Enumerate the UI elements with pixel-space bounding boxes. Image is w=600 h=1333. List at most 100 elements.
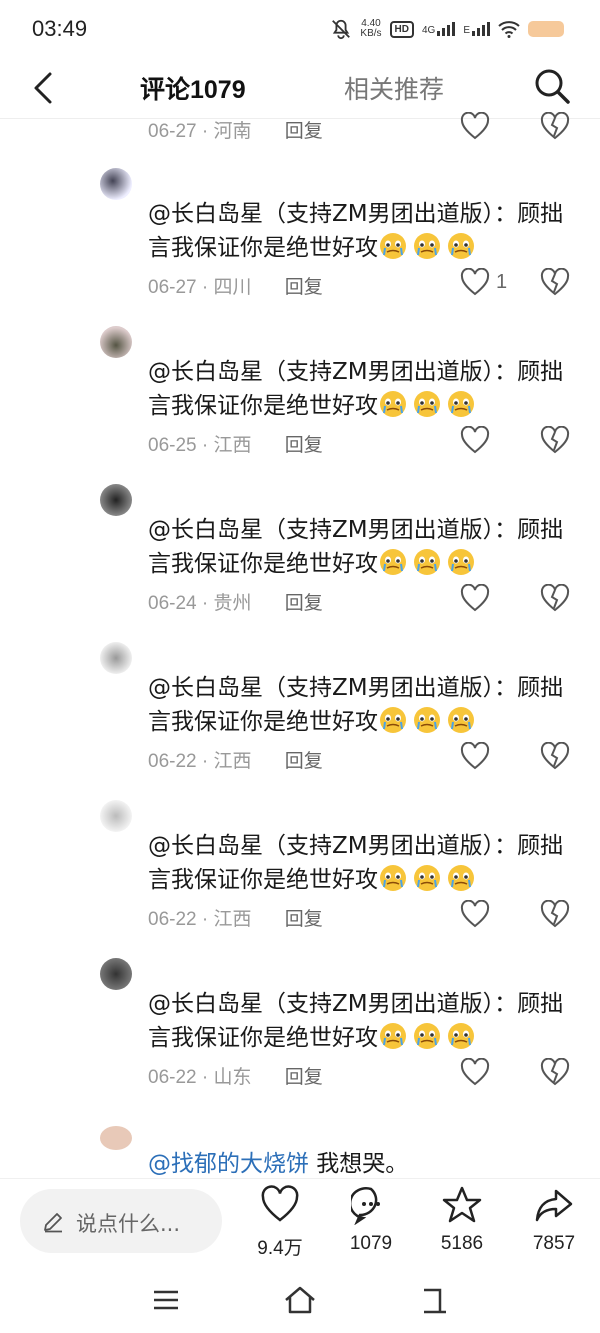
comment-item: @长白岛星（支持ZM男团出道版）：顾拙言我保证你是绝世好攻 06-22 · 江西…: [0, 634, 600, 784]
crying-emoji-icon: [380, 233, 406, 259]
crying-emoji-icon: [414, 1023, 440, 1049]
crying-emoji-icon: [380, 865, 406, 891]
comment-location: 四川: [213, 277, 252, 298]
favorite-button[interactable]: 5186: [422, 1185, 502, 1255]
like-button[interactable]: 1: [460, 268, 507, 296]
crying-emoji-icon: [380, 549, 406, 575]
avatar[interactable]: [100, 326, 132, 358]
comment-post-button[interactable]: 1079: [331, 1185, 411, 1255]
crying-emoji-icon: [448, 391, 474, 417]
comment-date: 06-27: [148, 277, 197, 298]
dislike-button[interactable]: [540, 741, 570, 774]
like-button[interactable]: [460, 742, 490, 770]
reply-button[interactable]: 回复: [285, 909, 323, 930]
like-button[interactable]: [460, 584, 490, 612]
comment-item: @长白岛星（支持ZM男团出道版）：顾拙言我保证你是绝世好攻 06-27 · 四川…: [0, 160, 600, 310]
back-nav-icon[interactable]: [416, 1282, 452, 1318]
avatar[interactable]: [100, 168, 132, 200]
reply-button[interactable]: 回复: [285, 121, 323, 142]
like-button[interactable]: [460, 112, 490, 140]
comment-item: @长白岛星（支持ZM男团出道版）：顾拙言我保证你是绝世好攻 06-25 · 江西…: [0, 318, 600, 468]
comment-text: @长白岛星（支持ZM男团出道版）：顾拙言我保证你是绝世好攻: [148, 517, 564, 577]
pencil-icon: [44, 1213, 62, 1233]
reply-button[interactable]: 回复: [285, 435, 323, 456]
dislike-button[interactable]: [540, 267, 570, 300]
comment-item: @长白岛星（支持ZM男团出道版）：顾拙言我保证你是绝世好攻 06-22 · 山东…: [0, 950, 600, 1100]
comment-meta: 06-22 · 山东 回复: [148, 1067, 323, 1088]
comment-item: @长白岛星（支持ZM男团出道版）：顾拙言我保证你是绝世好攻 06-22 · 江西…: [0, 792, 600, 942]
broken-heart-icon: [540, 741, 570, 770]
dislike-button[interactable]: [540, 899, 570, 932]
crying-emoji-icon: [380, 707, 406, 733]
like-post-button[interactable]: 9.4万: [240, 1185, 320, 1260]
comment-text: @长白岛星（支持ZM男团出道版）：顾拙言我保证你是绝世好攻: [148, 833, 564, 893]
crying-emoji-icon: [380, 1023, 406, 1049]
signal-4g-icon: 4G: [422, 22, 456, 36]
comment-meta: 06-22 · 江西 回复: [148, 909, 323, 930]
like-button[interactable]: [460, 900, 490, 928]
mute-icon: [332, 19, 351, 40]
share-arrow-icon: [535, 1189, 573, 1222]
dislike-button[interactable]: [540, 111, 570, 144]
avatar[interactable]: [100, 484, 132, 516]
menu-icon[interactable]: [148, 1282, 184, 1318]
reply-button[interactable]: 回复: [285, 751, 323, 772]
share-button[interactable]: 7857: [514, 1185, 594, 1255]
heart-icon: [460, 112, 490, 140]
comment-meta: 06-24 · 贵州 回复: [148, 593, 323, 614]
mention-link[interactable]: @找郁的大烧饼: [148, 1151, 309, 1177]
comment-location: 河南: [213, 121, 252, 142]
comment-location: 山东: [213, 1067, 252, 1088]
avatar[interactable]: [100, 642, 132, 674]
status-icons: 4.40 KB/s HD 4G E: [330, 18, 564, 40]
like-button[interactable]: [460, 1058, 490, 1086]
heart-icon: [460, 900, 490, 928]
comment-meta: 06-22 · 江西 回复: [148, 751, 323, 772]
avatar[interactable]: [100, 958, 132, 990]
comment-date: 06-22: [148, 909, 197, 930]
dislike-button[interactable]: [540, 425, 570, 458]
reply-button[interactable]: 回复: [285, 1067, 323, 1088]
comment-bubble-icon: [348, 1187, 380, 1226]
dislike-button[interactable]: [540, 1057, 570, 1090]
broken-heart-icon: [540, 425, 570, 454]
home-icon[interactable]: [282, 1282, 318, 1318]
avatar[interactable]: [100, 800, 132, 832]
comment-location: 江西: [213, 909, 252, 930]
clock: 03:49: [32, 16, 88, 41]
broken-heart-icon: [540, 583, 570, 612]
broken-heart-icon: [540, 1057, 570, 1086]
comment-text: @长白岛星（支持ZM男团出道版）：顾拙言我保证你是绝世好攻: [148, 991, 564, 1051]
heart-icon: [460, 742, 490, 770]
avatar[interactable]: [100, 1126, 132, 1150]
share-count: 7857: [532, 1233, 576, 1254]
comment-text: @找郁的大烧饼 我想哭。: [148, 1151, 409, 1177]
comment-input[interactable]: 说点什么...: [20, 1189, 222, 1253]
comment-meta: 06-27 · 河南 回复: [148, 121, 323, 142]
heart-icon: [460, 426, 490, 454]
comment-count: 1079: [349, 1233, 393, 1254]
comment-date: 06-24: [148, 593, 197, 614]
net-speed: 4.40 KB/s: [360, 18, 382, 39]
dislike-button[interactable]: [540, 583, 570, 616]
comment-meta: 06-27 · 四川 回复: [148, 277, 323, 298]
reply-button[interactable]: 回复: [285, 277, 323, 298]
favorite-count: 5186: [440, 1233, 484, 1254]
comment-item: 06-27 · 河南 回复: [0, 100, 600, 160]
comment-input-placeholder: 说点什么...: [76, 1212, 181, 1236]
crying-emoji-icon: [414, 233, 440, 259]
crying-emoji-icon: [448, 865, 474, 891]
crying-emoji-icon: [414, 707, 440, 733]
heart-icon: [460, 1058, 490, 1086]
comment-date: 06-27: [148, 121, 197, 142]
battery-icon: [528, 21, 564, 37]
crying-emoji-icon: [448, 549, 474, 575]
comment-item-partial: @找郁的大烧饼 我想哭。: [0, 1120, 600, 1180]
reply-button[interactable]: 回复: [285, 593, 323, 614]
wifi-icon: [498, 21, 520, 38]
like-button[interactable]: [460, 426, 490, 454]
comment-text: @长白岛星（支持ZM男团出道版）：顾拙言我保证你是绝世好攻: [148, 201, 564, 261]
comment-text: @长白岛星（支持ZM男团出道版）：顾拙言我保证你是绝世好攻: [148, 675, 564, 735]
comment-location: 贵州: [213, 593, 252, 614]
bottom-action-bar: 说点什么... 9.4万 1079 5186 7857: [0, 1178, 600, 1271]
